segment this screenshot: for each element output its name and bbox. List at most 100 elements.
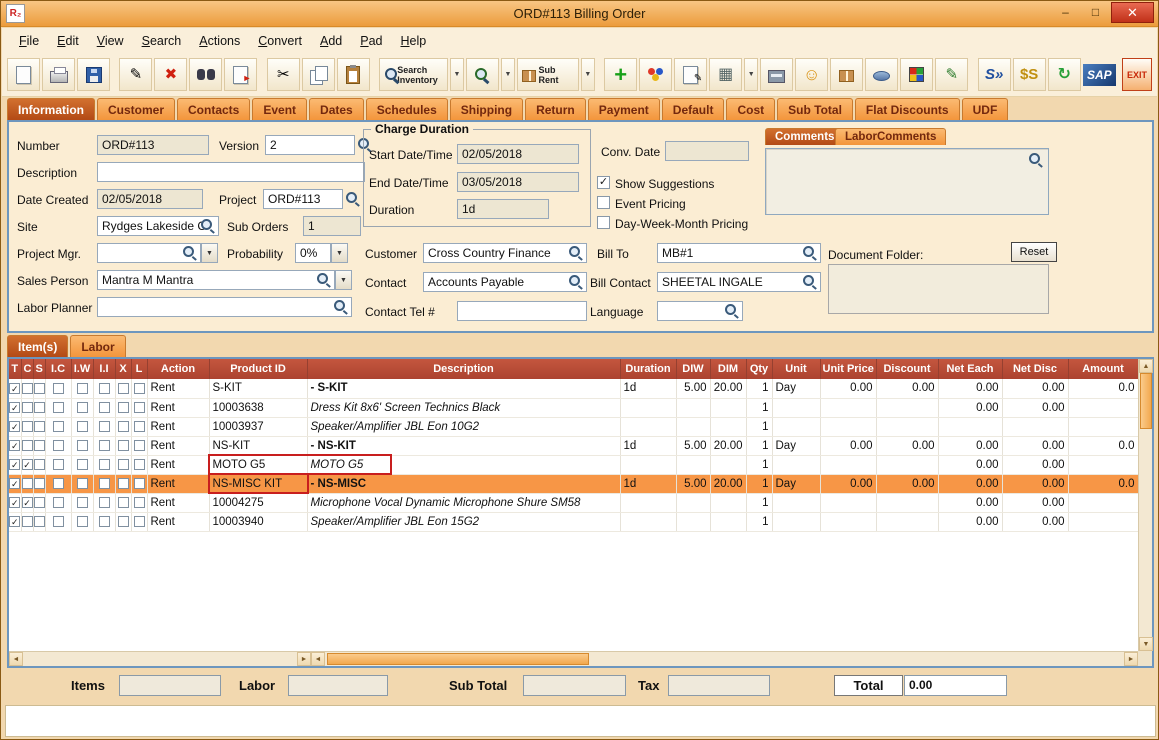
row-checkbox-t[interactable]: ✓ <box>9 402 20 413</box>
col-product-id[interactable]: Product ID <box>209 359 307 379</box>
tab-sub-total[interactable]: Sub Total <box>777 98 853 120</box>
duration-field[interactable]: 1d <box>457 199 549 219</box>
row-checkbox-t[interactable]: ✓ <box>9 459 20 470</box>
col-c[interactable]: C <box>21 359 33 379</box>
row-checkbox-l[interactable] <box>134 383 145 394</box>
grid-view-dropdown[interactable]: ▼ <box>744 58 758 91</box>
search-icon[interactable] <box>317 273 332 288</box>
menu-search[interactable]: Search <box>133 30 191 52</box>
search-icon[interactable] <box>346 192 361 207</box>
table-row[interactable]: ✓ Rent S-KIT - S-KIT 1d 5.00 20.00 1 Day <box>9 379 1138 398</box>
contact-tel-field[interactable] <box>457 301 587 321</box>
scroll-up-icon[interactable]: ▲ <box>1139 359 1153 373</box>
row-checkbox-x[interactable] <box>118 478 129 489</box>
maximize-button[interactable]: □ <box>1081 2 1110 23</box>
table-row[interactable]: ✓ ✓ Rent MOTO G5 MOTO G5 1 <box>9 455 1138 474</box>
bill-to-field[interactable]: MB#1 <box>657 243 821 263</box>
row-checkbox-x[interactable] <box>118 440 129 451</box>
table-row[interactable]: ✓ ✓ Rent 10004275 Microphone Vocal Dynam… <box>9 493 1138 512</box>
new-button[interactable] <box>7 58 40 91</box>
col-iw[interactable]: I.W <box>71 359 93 379</box>
kit-button[interactable] <box>639 58 672 91</box>
version-field[interactable]: 2 <box>265 135 355 155</box>
row-checkbox-c[interactable] <box>22 440 33 451</box>
row-checkbox-s[interactable] <box>34 383 45 394</box>
row-checkbox-x[interactable] <box>118 459 129 470</box>
table-row-selected[interactable]: ✓ Rent NS-MISC KIT - NS-MISC 1d 5.00 20.… <box>9 474 1138 493</box>
row-checkbox-ii[interactable] <box>99 402 110 413</box>
row-checkbox-ic[interactable] <box>53 440 64 451</box>
col-discount[interactable]: Discount <box>876 359 938 379</box>
tab-return[interactable]: Return <box>525 98 586 120</box>
project-mgr-dropdown[interactable]: ▼ <box>201 243 218 263</box>
scroll-right-icon[interactable]: ► <box>297 652 311 666</box>
row-checkbox-t[interactable]: ✓ <box>9 383 20 394</box>
row-checkbox-c[interactable]: ✓ <box>22 497 33 508</box>
sap-logo-button[interactable]: SAP <box>1083 64 1116 86</box>
delete-button[interactable]: ✖ <box>154 58 187 91</box>
row-checkbox-iw[interactable] <box>77 440 88 451</box>
scroll-down-icon[interactable]: ▼ <box>1139 637 1153 651</box>
col-action[interactable]: Action <box>147 359 209 379</box>
save-button[interactable] <box>77 58 110 91</box>
tab-default[interactable]: Default <box>662 98 725 120</box>
row-checkbox-s[interactable] <box>34 459 45 470</box>
tab-schedules[interactable]: Schedules <box>366 98 448 120</box>
col-l[interactable]: L <box>131 359 147 379</box>
row-checkbox-c[interactable] <box>22 516 33 527</box>
row-checkbox-ii[interactable] <box>99 497 110 508</box>
row-checkbox-t[interactable]: ✓ <box>9 516 20 527</box>
tab-event[interactable]: Event <box>252 98 307 120</box>
row-checkbox-l[interactable] <box>134 516 145 527</box>
col-dim[interactable]: DIM <box>710 359 746 379</box>
smiley-button[interactable]: ☺ <box>795 58 828 91</box>
menu-view[interactable]: View <box>88 30 133 52</box>
document-folder-box[interactable] <box>828 264 1049 314</box>
vertical-scrollbar[interactable]: ▲ ▼ <box>1138 359 1152 651</box>
row-checkbox-s[interactable] <box>34 497 45 508</box>
row-checkbox-s[interactable] <box>34 516 45 527</box>
row-checkbox-t[interactable]: ✓ <box>9 421 20 432</box>
tab-comments[interactable]: Comments <box>765 128 844 145</box>
row-checkbox-ii[interactable] <box>99 459 110 470</box>
row-checkbox-c[interactable] <box>22 478 33 489</box>
tab-payment[interactable]: Payment <box>588 98 660 120</box>
contact-field[interactable]: Accounts Payable <box>423 272 587 292</box>
sap-export-button[interactable]: S» <box>978 58 1011 91</box>
print-button[interactable] <box>42 58 75 91</box>
paste-button[interactable] <box>337 58 370 91</box>
sub-orders-field[interactable]: 1 <box>303 216 361 236</box>
row-checkbox-x[interactable] <box>118 497 129 508</box>
menu-actions[interactable]: Actions <box>190 30 249 52</box>
row-checkbox-ic[interactable] <box>53 497 64 508</box>
package-button[interactable] <box>830 58 863 91</box>
menu-file[interactable]: File <box>10 30 48 52</box>
table-row[interactable]: ✓ Rent NS-KIT - NS-KIT 1d 5.00 20.00 1 D… <box>9 436 1138 455</box>
table-row[interactable]: ✓ Rent 10003638 Dress Kit 8x6' Screen Te… <box>9 398 1138 417</box>
row-checkbox-c[interactable] <box>22 421 33 432</box>
col-ii[interactable]: I.I <box>93 359 115 379</box>
add-item-button[interactable]: + <box>604 58 637 91</box>
tab-information[interactable]: Information <box>7 98 95 120</box>
menu-edit[interactable]: Edit <box>48 30 88 52</box>
search-icon[interactable] <box>803 246 818 261</box>
close-button[interactable]: ✕ <box>1111 2 1154 23</box>
row-checkbox-ii[interactable] <box>99 421 110 432</box>
tab-udf[interactable]: UDF <box>962 98 1009 120</box>
col-description[interactable]: Description <box>307 359 620 379</box>
row-checkbox-l[interactable] <box>134 440 145 451</box>
search-icon[interactable] <box>803 275 818 290</box>
row-checkbox-ic[interactable] <box>53 459 64 470</box>
row-checkbox-c[interactable] <box>22 402 33 413</box>
sales-person-field[interactable]: Mantra M Mantra <box>97 270 335 290</box>
horizontal-scroll-thumb[interactable] <box>327 653 589 665</box>
col-net-each[interactable]: Net Each <box>938 359 1002 379</box>
row-checkbox-ic[interactable] <box>53 478 64 489</box>
row-checkbox-iw[interactable] <box>77 421 88 432</box>
labor-planner-field[interactable] <box>97 297 352 317</box>
sub-rent-dropdown[interactable]: ▼ <box>581 58 595 91</box>
search-icon[interactable] <box>569 246 584 261</box>
find-button[interactable] <box>189 58 222 91</box>
export-button[interactable]: ► <box>224 58 257 91</box>
table-row[interactable]: ✓ Rent 10003940 Speaker/Amplifier JBL Eo… <box>9 512 1138 531</box>
